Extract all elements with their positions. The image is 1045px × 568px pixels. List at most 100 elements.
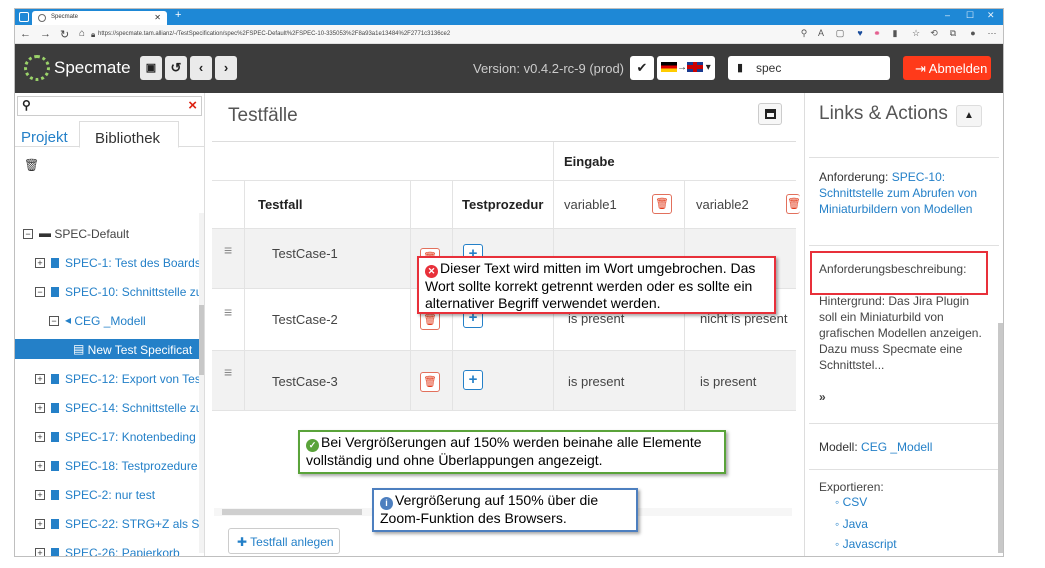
tree-item[interactable]: − SPEC-10: Schnittstelle zu (15, 281, 201, 301)
export-csv-link[interactable]: ◦ CSV (835, 495, 867, 509)
panel-scrollbar[interactable] (998, 323, 1003, 553)
variable1-value[interactable]: is present (568, 374, 624, 389)
tree-item[interactable]: + SPEC-12: Export von Tes (15, 368, 201, 388)
callout-word-wrap: ✕ Dieser Text wird mitten im Wort umgebro… (417, 256, 776, 314)
add-procedure-icon[interactable]: + (463, 370, 483, 390)
drag-handle-icon[interactable]: ≡ (224, 242, 232, 258)
home-icon[interactable]: ⌂ (79, 28, 85, 39)
history-icon[interactable]: ⟲ (929, 28, 939, 38)
show-more-link[interactable]: » (819, 389, 984, 405)
maximize-icon[interactable]: ☐ (966, 10, 974, 21)
expand-toggle-icon[interactable]: + (35, 402, 45, 413)
maximize-icon (765, 109, 776, 119)
back-icon[interactable]: ← (20, 28, 31, 40)
export-label: Exportieren: (819, 480, 884, 494)
tab-actions-icon[interactable] (19, 12, 29, 22)
expand-toggle-icon[interactable]: + (35, 547, 45, 556)
tree-item[interactable]: + SPEC-14: Schnittstelle zu (15, 397, 201, 417)
variable2-value[interactable]: is present (700, 374, 756, 389)
undo-icon[interactable]: ↺ (165, 56, 187, 80)
tree-scrollbar[interactable] (199, 213, 204, 553)
tree-item[interactable]: + SPEC-22: STRG+Z als Sh (15, 513, 201, 533)
url-field[interactable]: https://specmate.tam.allianz/-/TestSpeci… (98, 29, 668, 41)
back-nav-icon[interactable]: ‹ (190, 56, 212, 80)
requirement-doc-icon (51, 257, 59, 268)
maximize-editor-button[interactable] (758, 103, 782, 125)
tree-item-label: SPEC-22: STRG+Z als Sh (65, 516, 201, 531)
minimize-icon[interactable]: – (945, 10, 950, 20)
browser-tab[interactable]: Specmate ✕ (32, 11, 167, 25)
expand-toggle-icon[interactable]: + (35, 257, 45, 268)
add-testcase-button[interactable]: ✚ Testfall anlegen (228, 528, 340, 554)
extension-3-icon[interactable]: ▮ (890, 28, 900, 38)
forward-icon[interactable]: → (40, 28, 51, 40)
new-tab-icon[interactable]: + (175, 9, 181, 21)
forward-nav-icon[interactable]: › (215, 56, 237, 80)
tree-item[interactable]: ▤ New Test Specificat (15, 339, 201, 359)
expand-toggle-icon[interactable]: + (35, 460, 45, 471)
delete-variable2-icon[interactable]: 🗑︎ (786, 194, 801, 214)
uk-flag-icon (687, 62, 703, 73)
tree-item-label: SPEC-17: Knotenbeding (65, 429, 196, 444)
more-icon[interactable]: ⋯ (987, 28, 997, 38)
tree-scroll-thumb[interactable] (199, 305, 204, 375)
tree-item[interactable]: + SPEC-17: Knotenbeding (15, 426, 201, 446)
plus-icon: ✚ (237, 535, 251, 549)
tree-item[interactable]: − ◂ CEG _Modell (15, 310, 201, 330)
testcase-name[interactable]: TestCase-3 (272, 374, 338, 389)
delete-testcase-icon[interactable]: 🗑︎ (420, 372, 440, 392)
expand-toggle-icon[interactable]: − (49, 315, 59, 326)
export-javascript-link[interactable]: ◦ Javascript (835, 537, 897, 551)
tree-item[interactable]: + SPEC-26: Papierkorb (15, 542, 201, 556)
extension-2-icon[interactable]: ⚭ (872, 28, 882, 38)
expand-toggle-icon[interactable]: + (35, 489, 45, 500)
tree-item-label: SPEC-1: Test des Boards (65, 255, 201, 270)
trash-icon[interactable]: 🗑︎ (24, 158, 39, 172)
expand-toggle-icon[interactable]: + (35, 373, 45, 384)
tree-item[interactable]: + SPEC-1: Test des Boards (15, 252, 201, 272)
logout-button[interactable]: ⇥ Abmelden (903, 56, 991, 80)
tree-search-input[interactable]: ⚲ × (17, 96, 202, 116)
reload-icon[interactable]: ↻ (60, 28, 69, 41)
expand-toggle-icon[interactable]: − (35, 286, 45, 297)
collapse-panel-button[interactable]: ▲ (956, 105, 982, 127)
model-link[interactable]: CEG _Modell (861, 440, 932, 454)
search-icon: ⚲ (22, 98, 31, 112)
callout-red-text: Dieser Text wird mitten im Wort umgebroc… (425, 260, 756, 311)
page-title: Testfälle (228, 105, 298, 126)
project-field[interactable]: spec (752, 56, 890, 80)
close-window-icon[interactable]: ✕ (987, 10, 995, 21)
zoom-icon[interactable]: ⚲ (799, 28, 809, 38)
favorites-icon[interactable]: ☆ (911, 28, 921, 38)
split-screen-icon[interactable]: ▢ (835, 28, 845, 38)
testcase-name[interactable]: TestCase-2 (272, 312, 338, 327)
delete-variable1-icon[interactable]: 🗑︎ (652, 194, 672, 214)
drag-handle-icon[interactable]: ≡ (224, 364, 232, 380)
expand-toggle-icon[interactable]: + (35, 518, 45, 529)
expand-toggle-icon[interactable]: + (35, 431, 45, 442)
save-icon[interactable]: ▣ (140, 56, 162, 80)
tab-bibliothek[interactable]: Bibliothek (79, 121, 179, 148)
language-select[interactable]: → ▾ (657, 56, 715, 80)
testcase-name[interactable]: TestCase-1 (272, 246, 338, 261)
tree-item-label: SPEC-18: Testprozedure (65, 458, 198, 473)
tab-projekt[interactable]: Projekt (21, 129, 68, 146)
check-icon[interactable]: ✔ (630, 56, 654, 80)
collections-icon[interactable]: ⧉ (948, 28, 958, 38)
specmate-logo-icon (24, 55, 50, 81)
tree-item[interactable]: + SPEC-18: Testprozedure (15, 455, 201, 475)
drag-handle-icon[interactable]: ≡ (224, 304, 232, 320)
table-hscroll-thumb[interactable] (222, 509, 362, 515)
folder-icon: ▬ (39, 226, 55, 240)
clear-search-icon[interactable]: × (188, 97, 197, 114)
extension-icon[interactable]: ♥ (855, 28, 865, 38)
requirement-doc-icon (51, 547, 59, 556)
expand-toggle-icon[interactable]: − (23, 228, 33, 239)
profile-icon[interactable]: ● (968, 28, 978, 38)
tab-close-icon[interactable]: ✕ (154, 13, 161, 22)
check-circle-icon: ✓ (306, 439, 319, 452)
tree-item[interactable]: + SPEC-2: nur test (15, 484, 201, 504)
read-aloud-icon[interactable]: A (816, 28, 826, 38)
tree-item[interactable]: − ▬ SPEC-Default (15, 223, 201, 243)
export-java-link[interactable]: ◦ Java (835, 517, 868, 531)
